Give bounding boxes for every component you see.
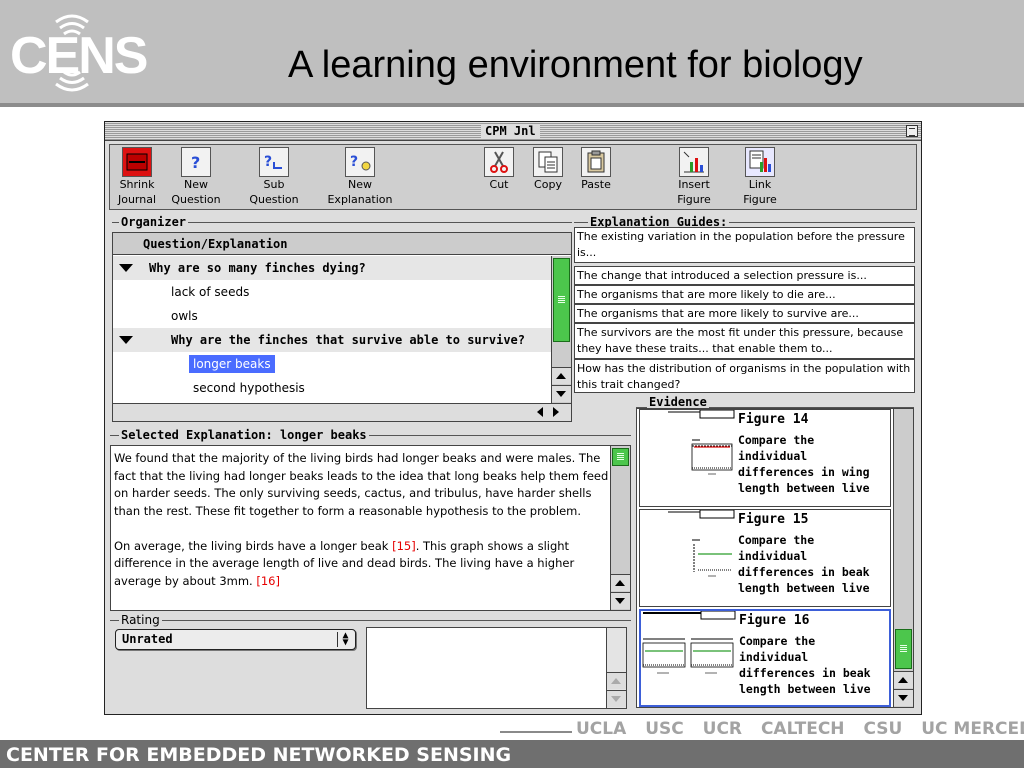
university-name: UC MERCED	[921, 719, 1024, 739]
figure-reference-link[interactable]: [16]	[256, 574, 280, 588]
university-name: CALTECH	[760, 719, 845, 739]
rating-groove	[110, 620, 631, 621]
figure-thumbnail	[642, 611, 736, 674]
scroll-down-arrow-icon[interactable]	[611, 592, 630, 609]
shrink-journal-button[interactable]: Shrink Journal	[116, 147, 158, 209]
scroll-up-arrow-icon[interactable]	[552, 367, 571, 384]
evidence-item-active[interactable]: Figure 16 Compare the individual differe…	[639, 609, 891, 707]
scroll-up-arrow-icon[interactable]	[894, 671, 913, 688]
link-figure-button[interactable]: Link Figure	[738, 147, 782, 209]
explanation-row-selected[interactable]: longer beaks	[113, 352, 551, 376]
question-row[interactable]: Why are so many finches dying?	[113, 256, 551, 280]
guide-item[interactable]: The organisms that are more likely to di…	[574, 285, 915, 304]
scroll-up-arrow-icon[interactable]	[607, 672, 626, 689]
window-title: CPM Jnl	[481, 124, 540, 138]
university-name: UCLA	[576, 719, 627, 739]
scroll-down-arrow-icon[interactable]	[894, 689, 913, 706]
scroll-right-arrow-icon[interactable]	[553, 407, 559, 417]
disclosure-triangle-icon[interactable]	[119, 264, 133, 272]
organizer-tree: Question/Explanation Why are so many fin…	[112, 232, 572, 422]
footer-divider	[500, 731, 572, 733]
paste-icon	[581, 147, 611, 177]
sub-question-icon: ?	[259, 147, 289, 177]
new-question-icon: ?	[181, 147, 211, 177]
rating-note-scrollbar[interactable]	[606, 628, 626, 708]
footer-text: CENTER FOR EMBEDDED NETWORKED SENSING	[6, 744, 512, 766]
window-titlebar[interactable]: CPM Jnl	[105, 122, 921, 141]
insert-figure-button[interactable]: Insert Figure	[672, 147, 716, 209]
explanation-row[interactable]: second hypothesis	[113, 376, 551, 400]
evidence-scroll-thumb[interactable]	[895, 629, 912, 669]
rating-note-field[interactable]	[366, 627, 627, 709]
zoom-box-icon[interactable]	[906, 125, 918, 137]
university-name: UCR	[702, 719, 743, 739]
university-list: UCLA USC UCR CALTECH CSU UC MERCED	[576, 719, 1024, 739]
copy-button[interactable]: Copy	[528, 147, 568, 209]
university-name: CSU	[863, 719, 903, 739]
evidence-list: Figure 14 Compare the individual differe…	[636, 408, 914, 708]
sub-question-button[interactable]: ? Sub Question	[246, 147, 302, 209]
paste-button[interactable]: Paste	[576, 147, 616, 209]
scissors-icon	[484, 147, 514, 177]
explanation-scrollbar[interactable]	[610, 446, 630, 610]
app-window: CPM Jnl Shrink Journal ? New Question ? …	[104, 121, 922, 715]
guide-item[interactable]: The organisms that are more likely to su…	[574, 304, 915, 323]
figure-reference-link[interactable]: [15]	[392, 539, 416, 553]
scroll-left-arrow-icon[interactable]	[537, 407, 543, 417]
new-explanation-button[interactable]: ? New Explanation	[322, 147, 398, 209]
slide-header: CENS A learning environment for biology	[0, 0, 1024, 107]
slide-title: A learning environment for biology	[288, 44, 863, 86]
scroll-up-arrow-icon[interactable]	[611, 574, 630, 591]
explanation-row[interactable]: owls	[113, 304, 551, 328]
scroll-down-arrow-icon[interactable]	[607, 690, 626, 707]
copy-icon	[533, 147, 563, 177]
organizer-scrollbar[interactable]	[551, 256, 571, 404]
cens-logo: CENS	[10, 8, 160, 98]
disclosure-triangle-icon[interactable]	[119, 336, 133, 344]
svg-text:?: ?	[350, 154, 358, 170]
selected-explanation-label: Selected Explanation: longer beaks	[119, 428, 369, 442]
evidence-item[interactable]: Figure 15 Compare the individual differe…	[639, 509, 891, 607]
explanation-text-area[interactable]: We found that the majority of the living…	[110, 445, 631, 611]
organizer-label: Organizer	[119, 215, 189, 229]
new-explanation-icon: ?	[345, 147, 375, 177]
rating-label: Rating	[119, 613, 162, 627]
figure-thumbnail	[668, 510, 735, 577]
explanation-text[interactable]: We found that the majority of the living…	[114, 450, 610, 608]
organizer-header: Question/Explanation	[113, 233, 571, 255]
guide-item[interactable]: The change that introduced a selection p…	[574, 266, 915, 285]
guide-item[interactable]: The survivors are the most fit under thi…	[574, 323, 915, 359]
evidence-label: Evidence	[647, 395, 709, 409]
insert-figure-icon	[679, 147, 709, 177]
organizer-hscrollbar[interactable]	[113, 403, 571, 421]
svg-text:?: ?	[264, 154, 272, 170]
question-row[interactable]: Why are the finches that survive able to…	[113, 328, 551, 352]
link-figure-icon	[745, 147, 775, 177]
explanation-scroll-thumb[interactable]	[612, 448, 629, 466]
cut-button[interactable]: Cut	[480, 147, 518, 209]
updown-arrows-icon: ▲ ▼	[337, 631, 353, 648]
new-question-button[interactable]: ? New Question	[168, 147, 224, 209]
toolbar: Shrink Journal ? New Question ? Sub Ques…	[109, 144, 917, 210]
organizer-scroll-thumb[interactable]	[553, 258, 570, 342]
evidence-item[interactable]: Figure 14 Compare the individual differe…	[639, 409, 891, 507]
evidence-scrollbar[interactable]	[893, 409, 913, 707]
guide-item[interactable]: How has the distribution of organisms in…	[574, 359, 915, 393]
rating-dropdown[interactable]: Unrated ▲ ▼	[115, 629, 356, 650]
svg-text:?: ?	[191, 153, 200, 172]
figure-thumbnail	[668, 410, 735, 475]
explanation-row[interactable]: lack of seeds	[113, 280, 551, 304]
university-name: USC	[645, 719, 684, 739]
scroll-down-arrow-icon[interactable]	[552, 385, 571, 402]
shrink-journal-icon	[122, 147, 152, 177]
logo-text: CENS	[10, 27, 148, 85]
guide-item[interactable]: The existing variation in the population…	[574, 227, 915, 263]
